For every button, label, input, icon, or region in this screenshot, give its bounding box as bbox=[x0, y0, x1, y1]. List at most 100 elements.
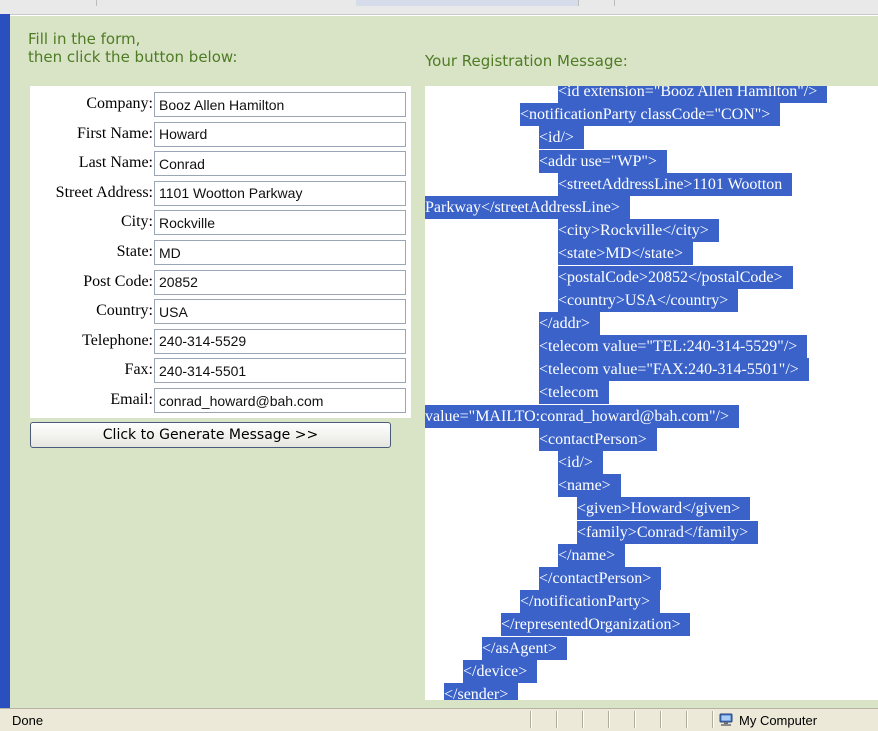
message-line-text: <telecom value="FAX:240-314-5501"/> bbox=[539, 358, 809, 382]
street-address-input[interactable] bbox=[154, 180, 406, 206]
message-line-text: Parkway</streetAddressLine> bbox=[425, 195, 630, 219]
page-content: Fill in the form, then click the button … bbox=[10, 16, 878, 708]
browser-top-strip bbox=[0, 0, 878, 15]
message-line-text: </representedOrganization> bbox=[501, 613, 691, 637]
message-line-text: <contactPerson> bbox=[539, 427, 657, 451]
form-row-country: Country: bbox=[30, 298, 411, 325]
top-strip-segment bbox=[96, 0, 357, 6]
message-line-text: value="MAILTO:conrad_howard@bah.com"/> bbox=[425, 404, 739, 428]
message-line: <telecom bbox=[425, 381, 878, 405]
message-line-text: <notificationParty classCode="CON"> bbox=[520, 103, 781, 127]
registration-form: Company: First Name: Last Name: Street A… bbox=[30, 86, 411, 418]
street-address-label: Street Address: bbox=[55, 183, 153, 201]
status-text: Done bbox=[12, 713, 44, 728]
message-line: <family>Conrad</family> bbox=[425, 520, 878, 544]
last-name-label: Last Name: bbox=[78, 154, 153, 172]
city-label: City: bbox=[120, 213, 153, 231]
top-strip-segment bbox=[356, 0, 579, 6]
email-input[interactable] bbox=[154, 388, 406, 413]
computer-icon bbox=[719, 713, 733, 726]
message-line-text: <country>USA</country> bbox=[558, 288, 739, 312]
message-line: <postalCode>20852</postalCode> bbox=[425, 265, 878, 289]
message-line: </notificationParty> bbox=[425, 590, 878, 614]
form-row-telephone: Telephone: bbox=[30, 328, 411, 354]
form-row-fax: Fax: bbox=[30, 357, 411, 384]
message-line-text: <telecom value="TEL:240-314-5529"/> bbox=[539, 335, 808, 359]
message-line-text: <streetAddressLine>1101 Wootton bbox=[558, 172, 793, 196]
message-line-text: <city>Rockville</city> bbox=[558, 219, 719, 243]
message-line: </sender> bbox=[425, 682, 878, 700]
message-line: <contactPerson> bbox=[425, 427, 878, 451]
email-label: Email: bbox=[110, 391, 153, 408]
message-line-text: <telecom bbox=[539, 381, 609, 405]
status-divider bbox=[634, 711, 636, 728]
status-bar: Done My Computer bbox=[0, 708, 878, 731]
message-line: <city>Rockville</city> bbox=[425, 219, 878, 243]
first-name-label: First Name: bbox=[77, 124, 153, 142]
status-divider bbox=[712, 711, 714, 728]
message-line: </asAgent> bbox=[425, 636, 878, 660]
form-row-city: City: bbox=[30, 209, 411, 236]
top-strip-segment bbox=[0, 0, 97, 6]
form-row-email: Email: bbox=[30, 387, 411, 413]
registration-message-output[interactable]: <id extension="Booz Allen Hamilton"/> <no… bbox=[425, 86, 878, 700]
message-line: <streetAddressLine>1101 Wootton bbox=[425, 172, 878, 196]
status-divider bbox=[660, 711, 662, 728]
message-line-text: </addr> bbox=[539, 311, 600, 335]
form-row-street-address: Street Address: bbox=[30, 180, 411, 206]
message-title: Your Registration Message: bbox=[425, 52, 628, 70]
message-line: <notificationParty classCode="CON"> bbox=[425, 103, 878, 127]
message-line-text: <state>MD</state> bbox=[558, 242, 693, 266]
first-name-input[interactable] bbox=[154, 121, 406, 147]
last-name-input[interactable] bbox=[154, 151, 406, 177]
message-line-text: <name> bbox=[558, 474, 621, 498]
message-line: </representedOrganization> bbox=[425, 613, 878, 637]
message-line: </addr> bbox=[425, 311, 878, 335]
instructions: Fill in the form, then click the button … bbox=[28, 30, 237, 66]
message-line: value="MAILTO:conrad_howard@bah.com"/> bbox=[425, 404, 878, 428]
message-line: <id/> bbox=[425, 451, 878, 474]
generate-message-button[interactable]: Click to Generate Message >> bbox=[30, 422, 391, 448]
message-line: <state>MD</state> bbox=[425, 242, 878, 266]
status-divider bbox=[530, 711, 532, 728]
form-row-last-name: Last Name: bbox=[30, 150, 411, 177]
post-code-label: Post Code: bbox=[83, 272, 153, 290]
form-row-first-name: First Name: bbox=[30, 121, 411, 147]
fax-input[interactable] bbox=[154, 358, 406, 384]
message-line-text: </device> bbox=[463, 659, 538, 683]
message-line-text: </notificationParty> bbox=[520, 590, 661, 614]
company-label: Company: bbox=[86, 95, 153, 112]
message-line: </contactPerson> bbox=[425, 566, 878, 590]
message-line: Parkway</streetAddressLine> bbox=[425, 195, 878, 219]
company-input[interactable] bbox=[154, 92, 406, 117]
post-code-input[interactable] bbox=[154, 269, 406, 295]
message-line-text: </sender> bbox=[444, 682, 519, 700]
city-input[interactable] bbox=[154, 210, 406, 236]
form-row-state: State: bbox=[30, 239, 411, 265]
status-divider bbox=[608, 711, 610, 728]
message-line-text: <postalCode>20852</postalCode> bbox=[558, 265, 793, 289]
top-strip-segment bbox=[578, 0, 615, 6]
message-line: <name> bbox=[425, 474, 878, 498]
country-input[interactable] bbox=[154, 299, 406, 325]
message-lines: <id extension="Booz Allen Hamilton"/> <no… bbox=[425, 86, 878, 700]
message-line: <country>USA</country> bbox=[425, 288, 878, 312]
message-line-text: </contactPerson> bbox=[539, 566, 662, 590]
message-line: <id/> bbox=[425, 126, 878, 150]
message-line: </device> bbox=[425, 659, 878, 683]
message-line-text: <id/> bbox=[539, 126, 584, 150]
message-line-text: <id/> bbox=[558, 451, 603, 474]
message-line-text: </asAgent> bbox=[482, 636, 567, 660]
state-input[interactable] bbox=[154, 240, 406, 265]
message-line-text: <family>Conrad</family> bbox=[577, 520, 759, 544]
message-line-text: </name> bbox=[558, 543, 626, 567]
instructions-line-1: Fill in the form, bbox=[28, 30, 141, 48]
message-line-text: <given>Howard</given> bbox=[577, 497, 751, 521]
message-line-text: <id extension="Booz Allen Hamilton"/> bbox=[558, 86, 828, 103]
telephone-input[interactable] bbox=[154, 328, 406, 354]
telephone-label: Telephone: bbox=[82, 331, 153, 349]
fax-label: Fax: bbox=[124, 361, 153, 379]
state-label: State: bbox=[116, 243, 153, 260]
message-line: <addr use="WP"> bbox=[425, 149, 878, 173]
message-line-text: <addr use="WP"> bbox=[539, 149, 667, 173]
